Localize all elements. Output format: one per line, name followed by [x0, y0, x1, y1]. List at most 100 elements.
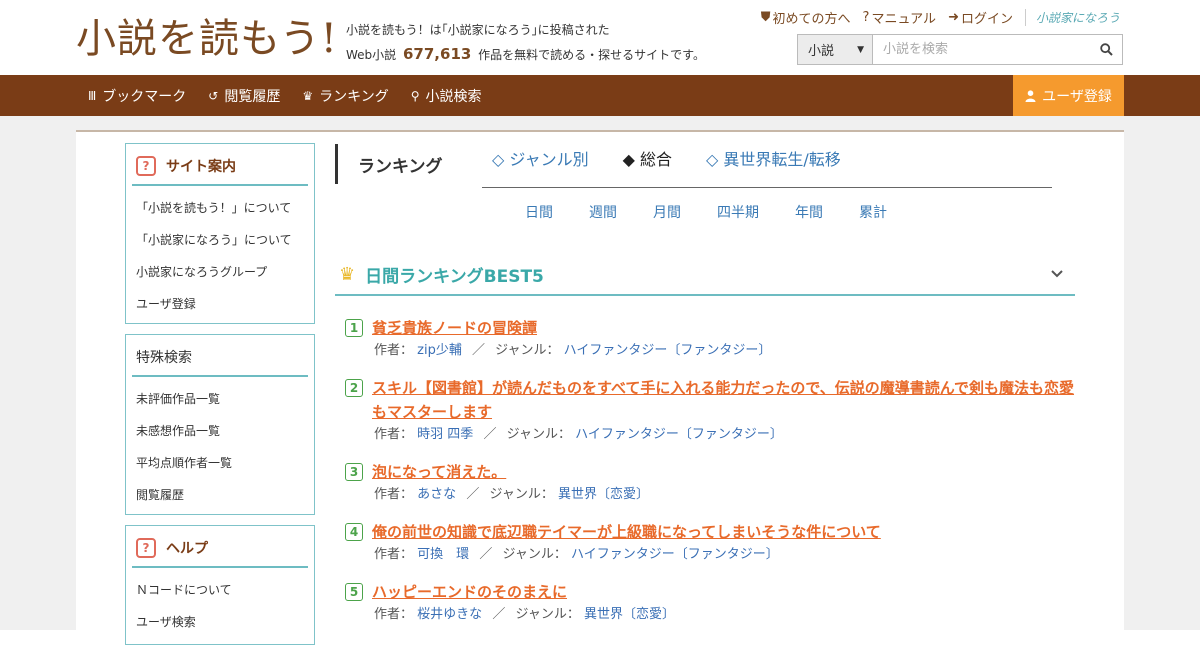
tab-isekai[interactable]: ◇ 異世界転生/転移	[706, 146, 841, 170]
sidebar-site-info-title: ? サイト案内	[132, 152, 308, 186]
daily-best-header[interactable]: ♛ 日間ランキングBEST5	[335, 254, 1075, 296]
list-item: 5 ハッピーエンドのそのまえに 作者： 桜井ゆきな ／ ジャンル： 異世界〔恋愛…	[345, 580, 1075, 626]
sidebar-item-narou-group[interactable]: 小説家になろうグループ	[126, 256, 314, 288]
link-login[interactable]: ➜ ログイン	[948, 8, 1013, 27]
ranking-heading: ランキング	[335, 144, 443, 184]
novel-title-link[interactable]: スキル【図書館】が読んだものをすべて手に入れる能力だったので、伝説の魔導書読んで…	[372, 376, 1075, 424]
rank-badge: 4	[345, 523, 363, 541]
sidebar-item-no-reviews[interactable]: 未感想作品一覧	[126, 415, 314, 447]
nav-label: 閲覧履歴	[224, 88, 281, 105]
author-link[interactable]: zip少輔	[417, 343, 462, 358]
link-first-time[interactable]: ⛊ 初めての方へ	[761, 8, 851, 27]
rank-badge: 1	[345, 319, 363, 337]
genre-label: ジャンル：	[506, 427, 571, 442]
author-link[interactable]: 可換 環	[417, 547, 469, 562]
period-monthly[interactable]: 月間	[653, 202, 681, 222]
search-category-value: 小説	[808, 44, 835, 59]
site-logo[interactable]: 小説を読もう!	[76, 14, 338, 64]
site-header: 小説を読もう! 小説を読もう！は｢小説家になろう｣に投稿された Web小説 67…	[0, 0, 1200, 75]
list-item: 4 俺の前世の知識で底辺職テイマーが上級職になってしまいそうな件について 作者：…	[345, 520, 1075, 566]
sidebar-site-info-list: 「小説を読もう！」について 「小説家になろう」について 小説家になろうグループ …	[126, 186, 314, 324]
rank-badge: 5	[345, 583, 363, 601]
sidebar-site-info: ? サイト案内 「小説を読もう！」について 「小説家になろう」について 小説家に…	[125, 143, 315, 324]
ranking-list: 1 貧乏貴族ノードの冒険譚 作者： zip少輔 ／ ジャンル： ハイファンタジー…	[345, 316, 1075, 640]
novel-title-link[interactable]: 俺の前世の知識で底辺職テイマーが上級職になってしまいそうな件について	[372, 520, 881, 544]
shield-icon: ⛊	[760, 10, 771, 25]
sidebar-item-avg-score-authors[interactable]: 平均点順作者一覧	[126, 447, 314, 479]
tagline-prefix: Web小説	[346, 48, 397, 62]
sidebar-item-history[interactable]: 閲覧履歴	[126, 479, 314, 511]
link-label: 初めての方へ	[772, 12, 851, 27]
novel-title-link[interactable]: 泡になって消えた。	[372, 460, 506, 484]
list-item: 3 泡になって消えた。 作者： あさな ／ ジャンル： 異世界〔恋愛〕	[345, 460, 1075, 506]
search-input[interactable]	[873, 35, 1090, 64]
sidebar-title-label: ヘルプ	[166, 541, 208, 557]
tab-genre[interactable]: ◇ ジャンル別	[492, 146, 589, 170]
author-link[interactable]: 桜井ゆきな	[417, 607, 482, 622]
main-content: ? サイト案内 「小説を読もう！」について 「小説家になろう」について 小説家に…	[76, 130, 1124, 645]
link-label: マニュアル	[871, 12, 937, 27]
login-icon: ➜	[948, 10, 959, 25]
register-button[interactable]: ユーザ登録	[1013, 75, 1124, 116]
search-button[interactable]	[1090, 35, 1122, 64]
question-icon: ?	[136, 156, 156, 176]
tab-overall[interactable]: ◆ 総合	[623, 146, 672, 170]
meta-separator: ／	[479, 547, 493, 562]
period-yearly[interactable]: 年間	[795, 202, 823, 222]
nav-history[interactable]: ↺ 閲覧履歴	[208, 86, 280, 106]
sidebar-item-register[interactable]: ユーザ登録	[126, 288, 314, 320]
help-icon: ?	[862, 10, 870, 25]
tab-divider	[482, 187, 1052, 188]
author-link[interactable]: 時羽 四季	[417, 427, 473, 442]
list-item: 1 貧乏貴族ノードの冒険譚 作者： zip少輔 ／ ジャンル： ハイファンタジー…	[345, 316, 1075, 362]
sidebar-item-about-narou[interactable]: 「小説家になろう」について	[126, 224, 314, 256]
crown-icon: ♛	[302, 88, 314, 103]
sidebar-help-title: ? ヘルプ	[132, 534, 308, 568]
genre-label: ジャンル：	[495, 343, 560, 358]
link-label: ログイン	[960, 12, 1013, 27]
genre-link[interactable]: 異世界〔恋愛〕	[584, 607, 675, 622]
genre-link[interactable]: ハイファンタジー〔ファンタジー〕	[575, 427, 783, 442]
chevron-down-icon[interactable]	[1051, 266, 1063, 282]
history-icon: ↺	[208, 88, 219, 103]
sidebar-item-unrated[interactable]: 未評価作品一覧	[126, 383, 314, 415]
sidebar-item-about-yomou[interactable]: 「小説を読もう！」について	[126, 192, 314, 224]
daily-best-title: 日間ランキングBEST5	[365, 266, 544, 287]
period-daily[interactable]: 日間	[525, 202, 553, 222]
author-label: 作者：	[374, 427, 414, 442]
list-item: 2 スキル【図書館】が読んだものをすべて手に入れる能力だったので、伝説の魔導書読…	[345, 376, 1075, 446]
author-link[interactable]: あさな	[417, 487, 456, 502]
nav-ranking[interactable]: ♛ ランキング	[302, 86, 388, 106]
novel-meta: 作者： 時羽 四季 ／ ジャンル： ハイファンタジー〔ファンタジー〕	[374, 424, 1075, 446]
novel-meta: 作者： zip少輔 ／ ジャンル： ハイファンタジー〔ファンタジー〕	[374, 340, 1075, 362]
period-weekly[interactable]: 週間	[589, 202, 617, 222]
sidebar-item-user-search[interactable]: ユーザ検索	[126, 606, 314, 638]
nav-bookmark[interactable]: Ⅲ ブックマーク	[88, 86, 186, 106]
sidebar-special-search: 特殊検索 未評価作品一覧 未感想作品一覧 平均点順作者一覧 閲覧履歴	[125, 334, 315, 515]
genre-link[interactable]: ハイファンタジー〔ファンタジー〕	[571, 547, 779, 562]
novel-meta: 作者： 可換 環 ／ ジャンル： ハイファンタジー〔ファンタジー〕	[374, 544, 1075, 566]
sidebar-help: ? ヘルプ Ｎコードについて ユーザ検索	[125, 525, 315, 645]
author-label: 作者：	[374, 547, 414, 562]
sidebar-item-ncode[interactable]: Ｎコードについて	[126, 574, 314, 606]
genre-link[interactable]: ハイファンタジー〔ファンタジー〕	[564, 343, 772, 358]
novel-title-link[interactable]: 貧乏貴族ノードの冒険譚	[372, 316, 537, 340]
nav-label: ランキング	[319, 88, 389, 105]
period-quarterly[interactable]: 四半期	[717, 202, 759, 222]
meta-separator: ／	[492, 607, 506, 622]
top-links: ⛊ 初めての方へ ? マニュアル ➜ ログイン 小説家になろう	[761, 8, 1120, 27]
novel-title-link[interactable]: ハッピーエンドのそのまえに	[372, 580, 567, 604]
period-tabs: 日間 週間 月間 四半期 年間 累計	[525, 202, 923, 222]
tagline-suffix: 作品を無料で読める・探せるサイトです。	[478, 48, 705, 62]
narou-brand-link[interactable]: 小説家になろう	[1024, 9, 1120, 26]
search-category-select[interactable]: 小説 ▼	[798, 35, 873, 64]
period-total[interactable]: 累計	[859, 202, 887, 222]
meta-separator: ／	[472, 343, 486, 358]
genre-link[interactable]: 異世界〔恋愛〕	[558, 487, 649, 502]
nav-search[interactable]: ⚲ 小説検索	[411, 86, 482, 106]
link-manual[interactable]: ? マニュアル	[863, 8, 937, 27]
nav-label: 小説検索	[425, 88, 482, 105]
sidebar-special-search-title: 特殊検索	[132, 343, 308, 377]
meta-separator: ／	[483, 427, 497, 442]
sidebar-special-search-list: 未評価作品一覧 未感想作品一覧 平均点順作者一覧 閲覧履歴	[126, 377, 314, 515]
